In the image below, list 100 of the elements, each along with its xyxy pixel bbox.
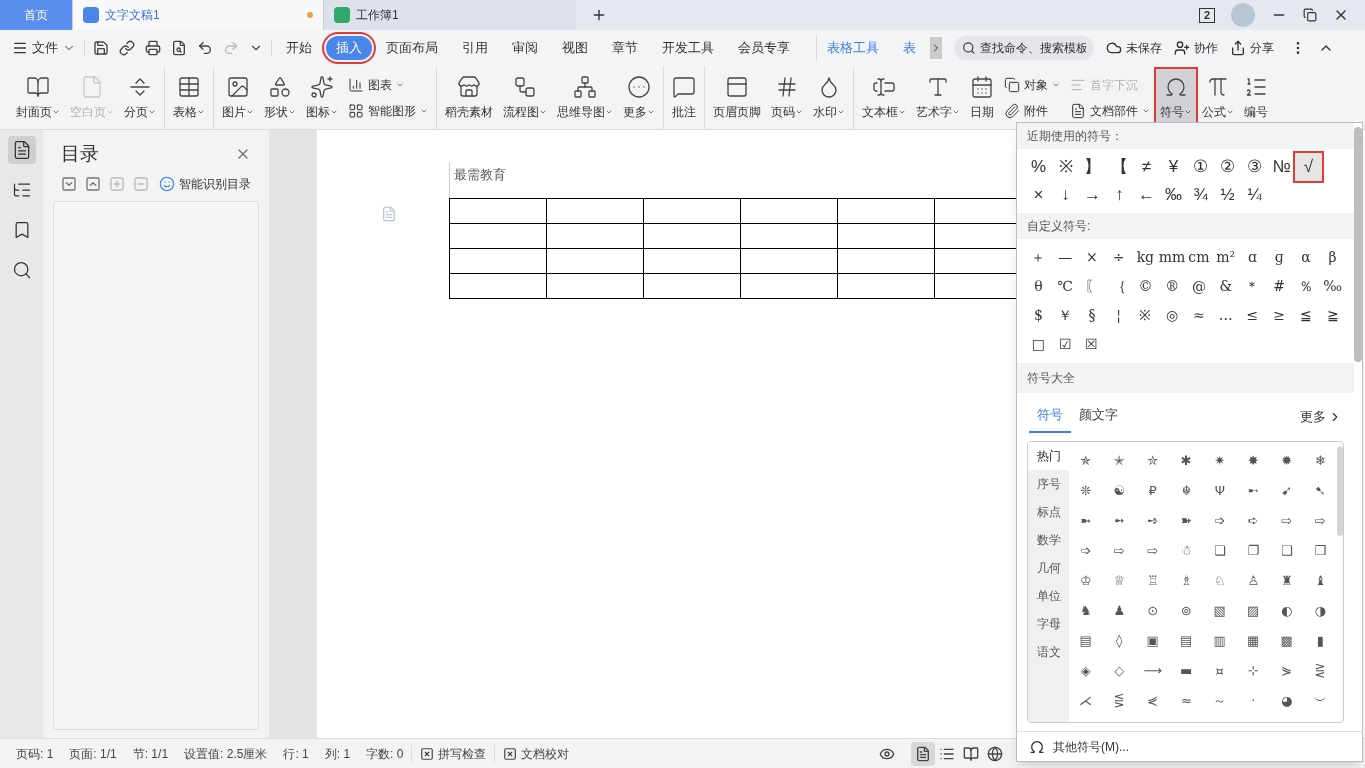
ribbon-button[interactable]: 更多 — [619, 68, 659, 127]
symbol-item[interactable]: ✹ — [1270, 445, 1304, 476]
more-symbols-button[interactable]: 其他符号(M)... — [1017, 731, 1362, 761]
symbol-item[interactable]: # — [1265, 272, 1293, 301]
symbol-item[interactable]: ÷ — [1105, 243, 1132, 272]
symbol-item[interactable]: ▨ — [1236, 595, 1270, 626]
symbol-item[interactable]: ≈ — [1169, 685, 1203, 716]
symbol-item[interactable]: ☯ — [1102, 475, 1136, 506]
symbol-item[interactable]: ⋞ — [1136, 685, 1170, 716]
symbol-item[interactable]: ⇨ — [1102, 535, 1136, 566]
symbol-item[interactable]: ɑ — [1239, 243, 1266, 272]
ribbon-button[interactable]: 文本框 — [858, 68, 910, 127]
symbol-item[interactable]: m² — [1212, 243, 1239, 272]
symbol-item[interactable]: ② — [1214, 153, 1241, 181]
symbol-item[interactable]: ℃ — [1051, 272, 1079, 301]
action-button[interactable]: 协作 — [1174, 39, 1218, 57]
ribbon-button[interactable]: 分页 — [120, 68, 160, 127]
undo-icon[interactable] — [197, 40, 213, 56]
symbol-item[interactable]: ☃ — [1169, 535, 1203, 566]
symbol-item[interactable]: √ — [1295, 153, 1322, 181]
document-tab[interactable]: 文字文稿1 — [72, 0, 324, 30]
symbol-item[interactable]: ⋟ — [1270, 655, 1304, 686]
symbol-item[interactable]: ≥ — [1265, 301, 1293, 330]
symbol-item[interactable]: ③ — [1241, 153, 1268, 181]
symbol-item[interactable]: ≧ — [1319, 301, 1346, 330]
symbol-item[interactable]: ♜ — [1270, 565, 1304, 596]
symbol-item[interactable]: ︶ — [1303, 685, 1337, 716]
symbol-item[interactable]: ➹ — [1270, 475, 1304, 506]
symbol-item[interactable]: ❊ — [1069, 475, 1103, 506]
ribbon-tab[interactable]: 表格工具 — [816, 36, 889, 60]
symbol-item[interactable]: ✮ — [1136, 445, 1170, 476]
file-menu[interactable]: 文件 — [8, 38, 80, 58]
symbol-item[interactable]: ♟ — [1102, 595, 1136, 626]
print-icon[interactable] — [145, 40, 161, 56]
symbol-item[interactable]: ← — [1133, 181, 1160, 209]
symbol-item[interactable]: ⟶ — [1136, 655, 1170, 686]
ribbon-button[interactable]: 页眉页脚 — [709, 68, 765, 127]
ribbon-tab[interactable]: 引用 — [452, 36, 498, 60]
category-item[interactable]: 标点 — [1028, 497, 1069, 526]
symbol-item[interactable]: ※ — [1132, 301, 1159, 330]
symbol-item[interactable]: ❏ — [1203, 535, 1237, 566]
symbol-item[interactable]: → — [1079, 181, 1106, 209]
symbol-item[interactable]: ▣ — [1136, 625, 1170, 656]
scrollbar-thumb[interactable] — [1337, 445, 1343, 536]
action-button[interactable]: 分享 — [1230, 39, 1274, 57]
more-link[interactable]: 更多 — [1300, 407, 1342, 433]
symbol-item[interactable]: ¾ — [1187, 181, 1214, 209]
symbol-item[interactable]: ♘ — [1203, 565, 1237, 596]
ribbon-button[interactable]: 页码 — [767, 68, 807, 127]
symbol-item[interactable]: 〖 — [1078, 272, 1106, 301]
symbol-item[interactable]: ▥ — [1203, 625, 1237, 656]
symbol-item[interactable]: ％ — [1292, 272, 1320, 301]
symbol-item[interactable]: ｛ — [1105, 272, 1132, 301]
symbol-item[interactable]: ✱ — [1169, 445, 1203, 476]
symbol-item[interactable]: ▮ — [1303, 625, 1337, 656]
symbol-item[interactable]: ＊ — [1239, 272, 1266, 301]
symbol-item[interactable]: ‰ — [1319, 272, 1346, 301]
link-icon[interactable] — [119, 40, 135, 56]
symbol-item[interactable]: ⋛ — [1303, 655, 1337, 686]
category-item[interactable]: 字母 — [1028, 609, 1069, 638]
symbol-item[interactable]: ¦ — [1105, 301, 1132, 330]
symbol-item[interactable]: ≈ — [1185, 301, 1213, 330]
symbol-item[interactable]: ◇ — [1102, 655, 1136, 686]
ribbon-button[interactable]: 水印 — [809, 68, 849, 127]
ribbon-tab[interactable]: 表 — [893, 36, 926, 60]
symbol-item[interactable]: ◑ — [1303, 595, 1337, 626]
symbol-item[interactable]: $ — [1025, 301, 1052, 330]
ribbon-tab[interactable]: 会员专享 — [728, 36, 800, 60]
ribbon-tab[interactable]: 开发工具 — [652, 36, 724, 60]
symbol-item[interactable]: ▤ — [1069, 625, 1103, 656]
symbol-item[interactable]: ➷ — [1303, 475, 1337, 506]
ribbon-button[interactable]: 艺术字 — [912, 68, 964, 127]
symbol-item[interactable]: ₽ — [1136, 475, 1170, 506]
symbol-item[interactable]: ⊙ — [1136, 595, 1170, 626]
ribbon-button[interactable]: 图片 — [218, 68, 258, 127]
category-item[interactable]: 序号 — [1028, 469, 1069, 498]
symbol-item[interactable]: ♔ — [1069, 565, 1103, 596]
ribbon-button[interactable]: 形状 — [260, 68, 300, 127]
ribbon-button[interactable]: 流程图 — [499, 68, 551, 127]
restore-icon[interactable] — [1303, 8, 1317, 22]
symbol-item[interactable]: cm — [1185, 243, 1213, 272]
symbol-item[interactable]: ‰ — [1160, 181, 1187, 209]
symbol-item[interactable]: ※ — [1052, 153, 1079, 181]
symbol-item[interactable]: ↑ — [1106, 181, 1133, 209]
symbol-item[interactable]: ➼ — [1069, 505, 1103, 536]
symbol-item[interactable]: ◈ — [1069, 655, 1103, 686]
symbol-item[interactable]: ✷ — [1203, 445, 1237, 476]
ribbon-small-button[interactable]: 文档部件 — [1070, 101, 1150, 120]
symbol-item[interactable]: ➪ — [1236, 505, 1270, 536]
symbol-item[interactable]: ❒ — [1303, 535, 1337, 566]
symbol-item[interactable]: ➸ — [1236, 475, 1270, 506]
ribbon-tab[interactable]: 视图 — [552, 36, 598, 60]
symbol-item[interactable]: ♗ — [1169, 565, 1203, 596]
ribbon-button[interactable]: 日期 — [966, 68, 998, 127]
view-button[interactable] — [911, 741, 935, 766]
symbol-item[interactable]: § — [1078, 301, 1106, 330]
symbol-item[interactable]: ➩ — [1203, 505, 1237, 536]
symbol-item[interactable]: ≠ — [1133, 153, 1160, 181]
status-button[interactable]: 文档校对 — [494, 744, 578, 763]
symbol-item[interactable]: ▦ — [1236, 625, 1270, 656]
